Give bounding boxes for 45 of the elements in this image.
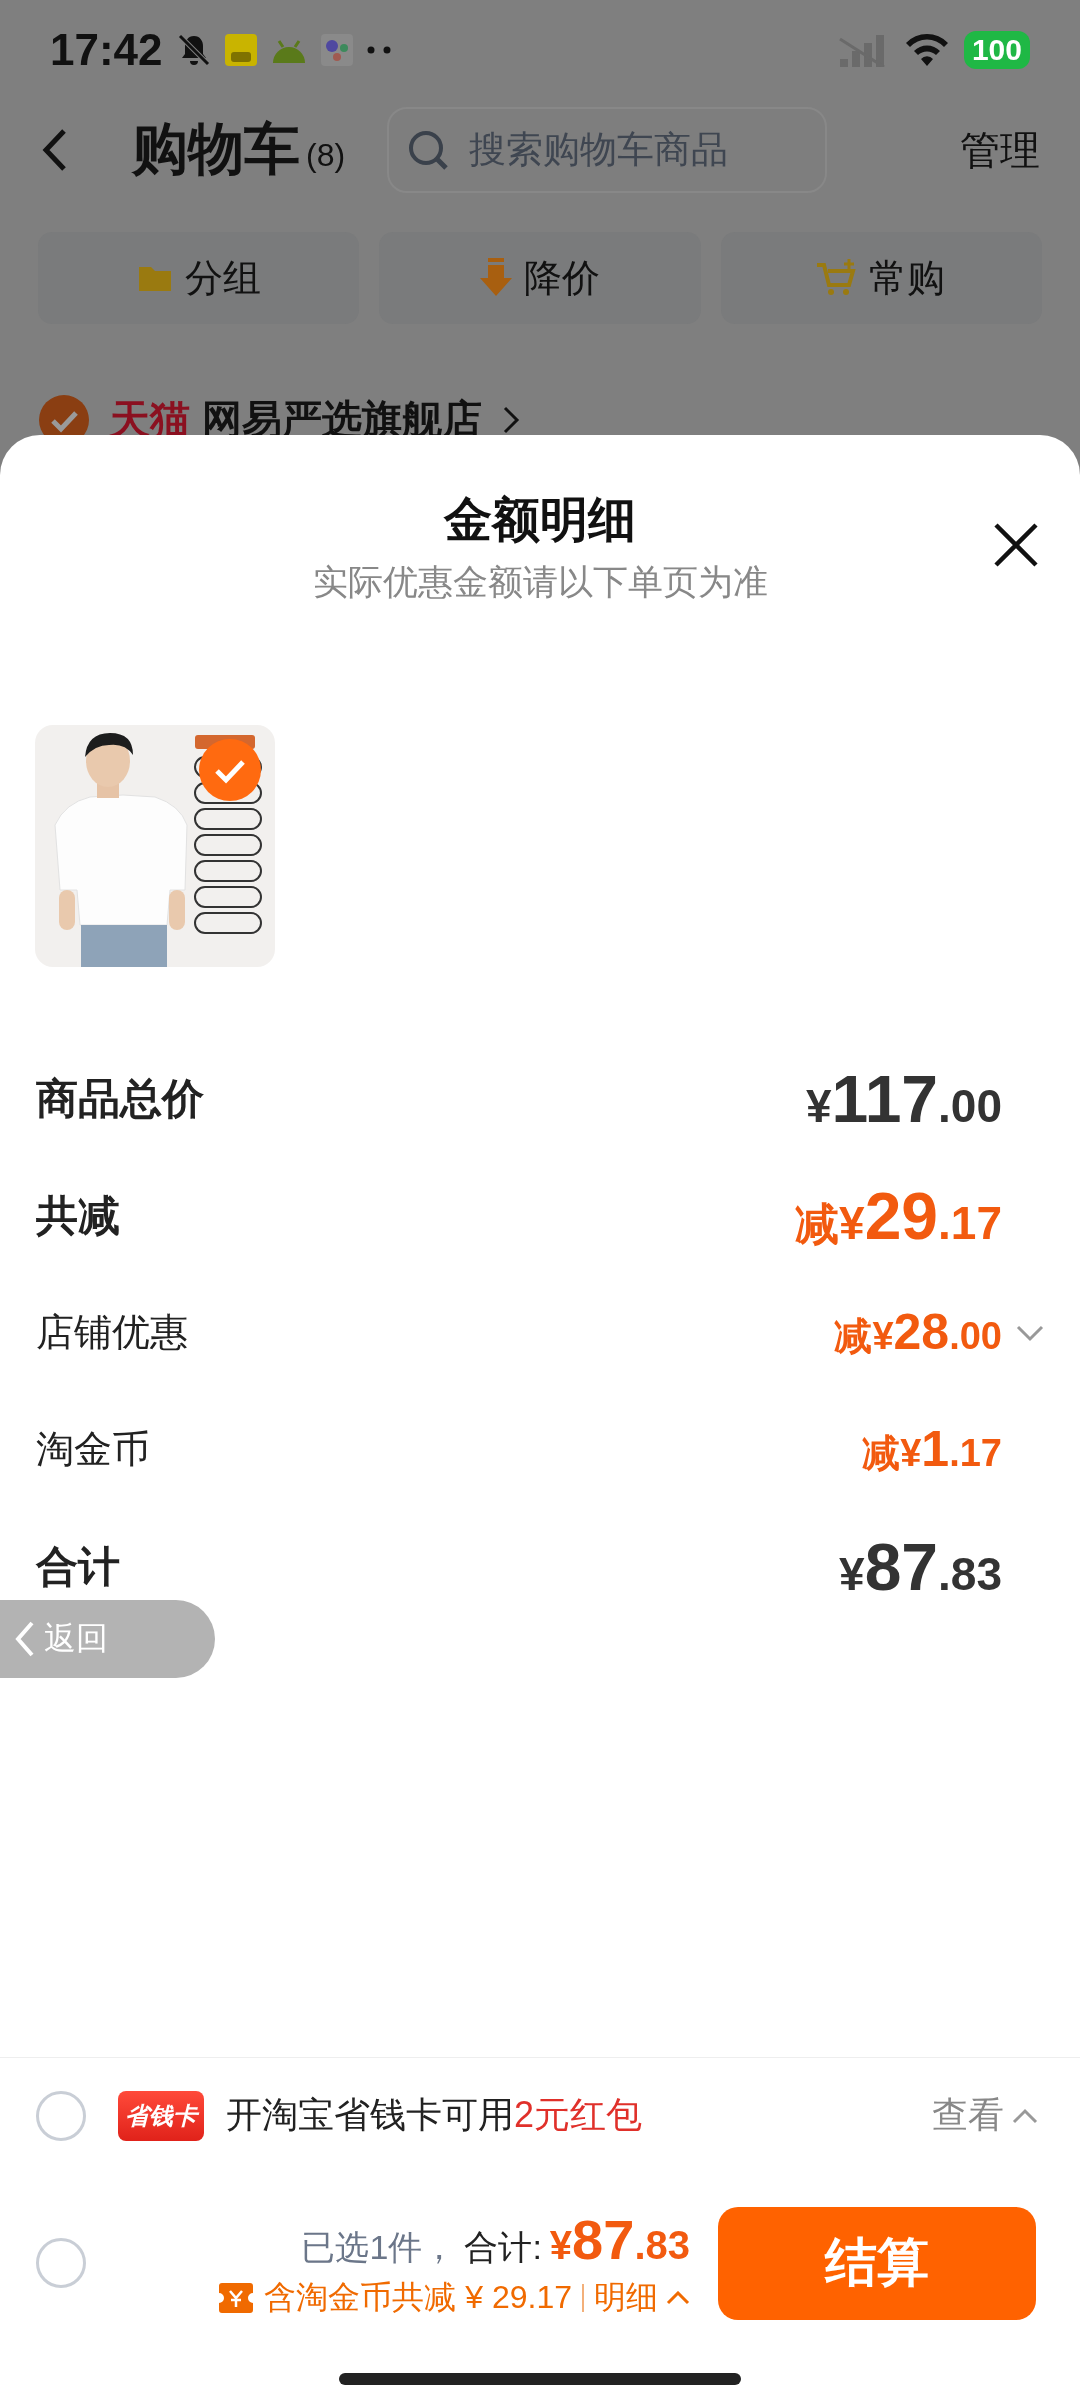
selected-count: 已选1件， xyxy=(301,2226,457,2268)
row-label: 合计 xyxy=(36,1541,120,1592)
view-button[interactable]: 查看 xyxy=(926,2090,1044,2141)
more-icon xyxy=(366,46,393,54)
page-title: 购物车 xyxy=(132,116,300,182)
amount-text: 减¥1.17 xyxy=(862,1420,1002,1479)
search-field[interactable]: 搜索购物车商品 xyxy=(387,107,828,193)
close-icon[interactable] xyxy=(992,521,1040,569)
amount-text: ¥87.83 xyxy=(839,1528,1002,1605)
row-label: 店铺优惠 xyxy=(36,1310,188,1355)
coupon-icon xyxy=(218,2280,255,2315)
row-label: 淘金币 xyxy=(36,1427,150,1472)
checkout-button[interactable]: 结算 xyxy=(718,2206,1036,2320)
filter-button[interactable]: 分组 xyxy=(38,232,360,324)
checkbox[interactable] xyxy=(199,739,261,801)
sheet-subtitle: 实际优惠金额请以下单页为准 xyxy=(312,561,768,603)
total-label: 合计: xyxy=(464,2226,542,2268)
cart-icon xyxy=(817,259,858,297)
radio-button[interactable] xyxy=(36,2238,86,2288)
caret-up-icon xyxy=(1012,2107,1038,2124)
sheet-title: 金额明细 xyxy=(444,492,636,548)
row-label: 商品总价 xyxy=(36,1073,204,1124)
app-icon xyxy=(224,34,257,66)
radio-button[interactable] xyxy=(36,2090,86,2141)
status-time: 17:42 xyxy=(50,25,163,75)
search-icon xyxy=(407,129,450,171)
down-arrow-icon xyxy=(480,258,512,298)
savings-text: 含淘金币共减 ¥ 29.17 xyxy=(264,2277,572,2317)
amount-text: 减¥29.17 xyxy=(795,1177,1002,1254)
filter-button[interactable]: 降价 xyxy=(379,232,701,324)
amount-text: ¥117.00 xyxy=(805,1060,1002,1137)
manage-link[interactable]: 管理 xyxy=(960,122,1040,178)
amount-text: 减¥28.00 xyxy=(834,1303,1002,1362)
battery-indicator: 100 xyxy=(963,31,1030,69)
row-label: 共减 xyxy=(36,1190,120,1241)
app-icon xyxy=(320,34,353,66)
promo-badge: 省钱卡 xyxy=(118,2090,204,2141)
details-button[interactable]: 明细 xyxy=(594,2275,690,2320)
total-amount: ¥87.83 xyxy=(549,2206,690,2272)
filter-button[interactable]: 常购 xyxy=(720,232,1042,324)
item-count: (8) xyxy=(306,136,346,174)
promo-text: 开淘宝省钱卡可用2元红包 xyxy=(226,2093,643,2137)
chevron-right-icon xyxy=(502,404,520,435)
caret-up-icon xyxy=(666,2290,690,2305)
muted-bell-icon xyxy=(176,33,211,67)
